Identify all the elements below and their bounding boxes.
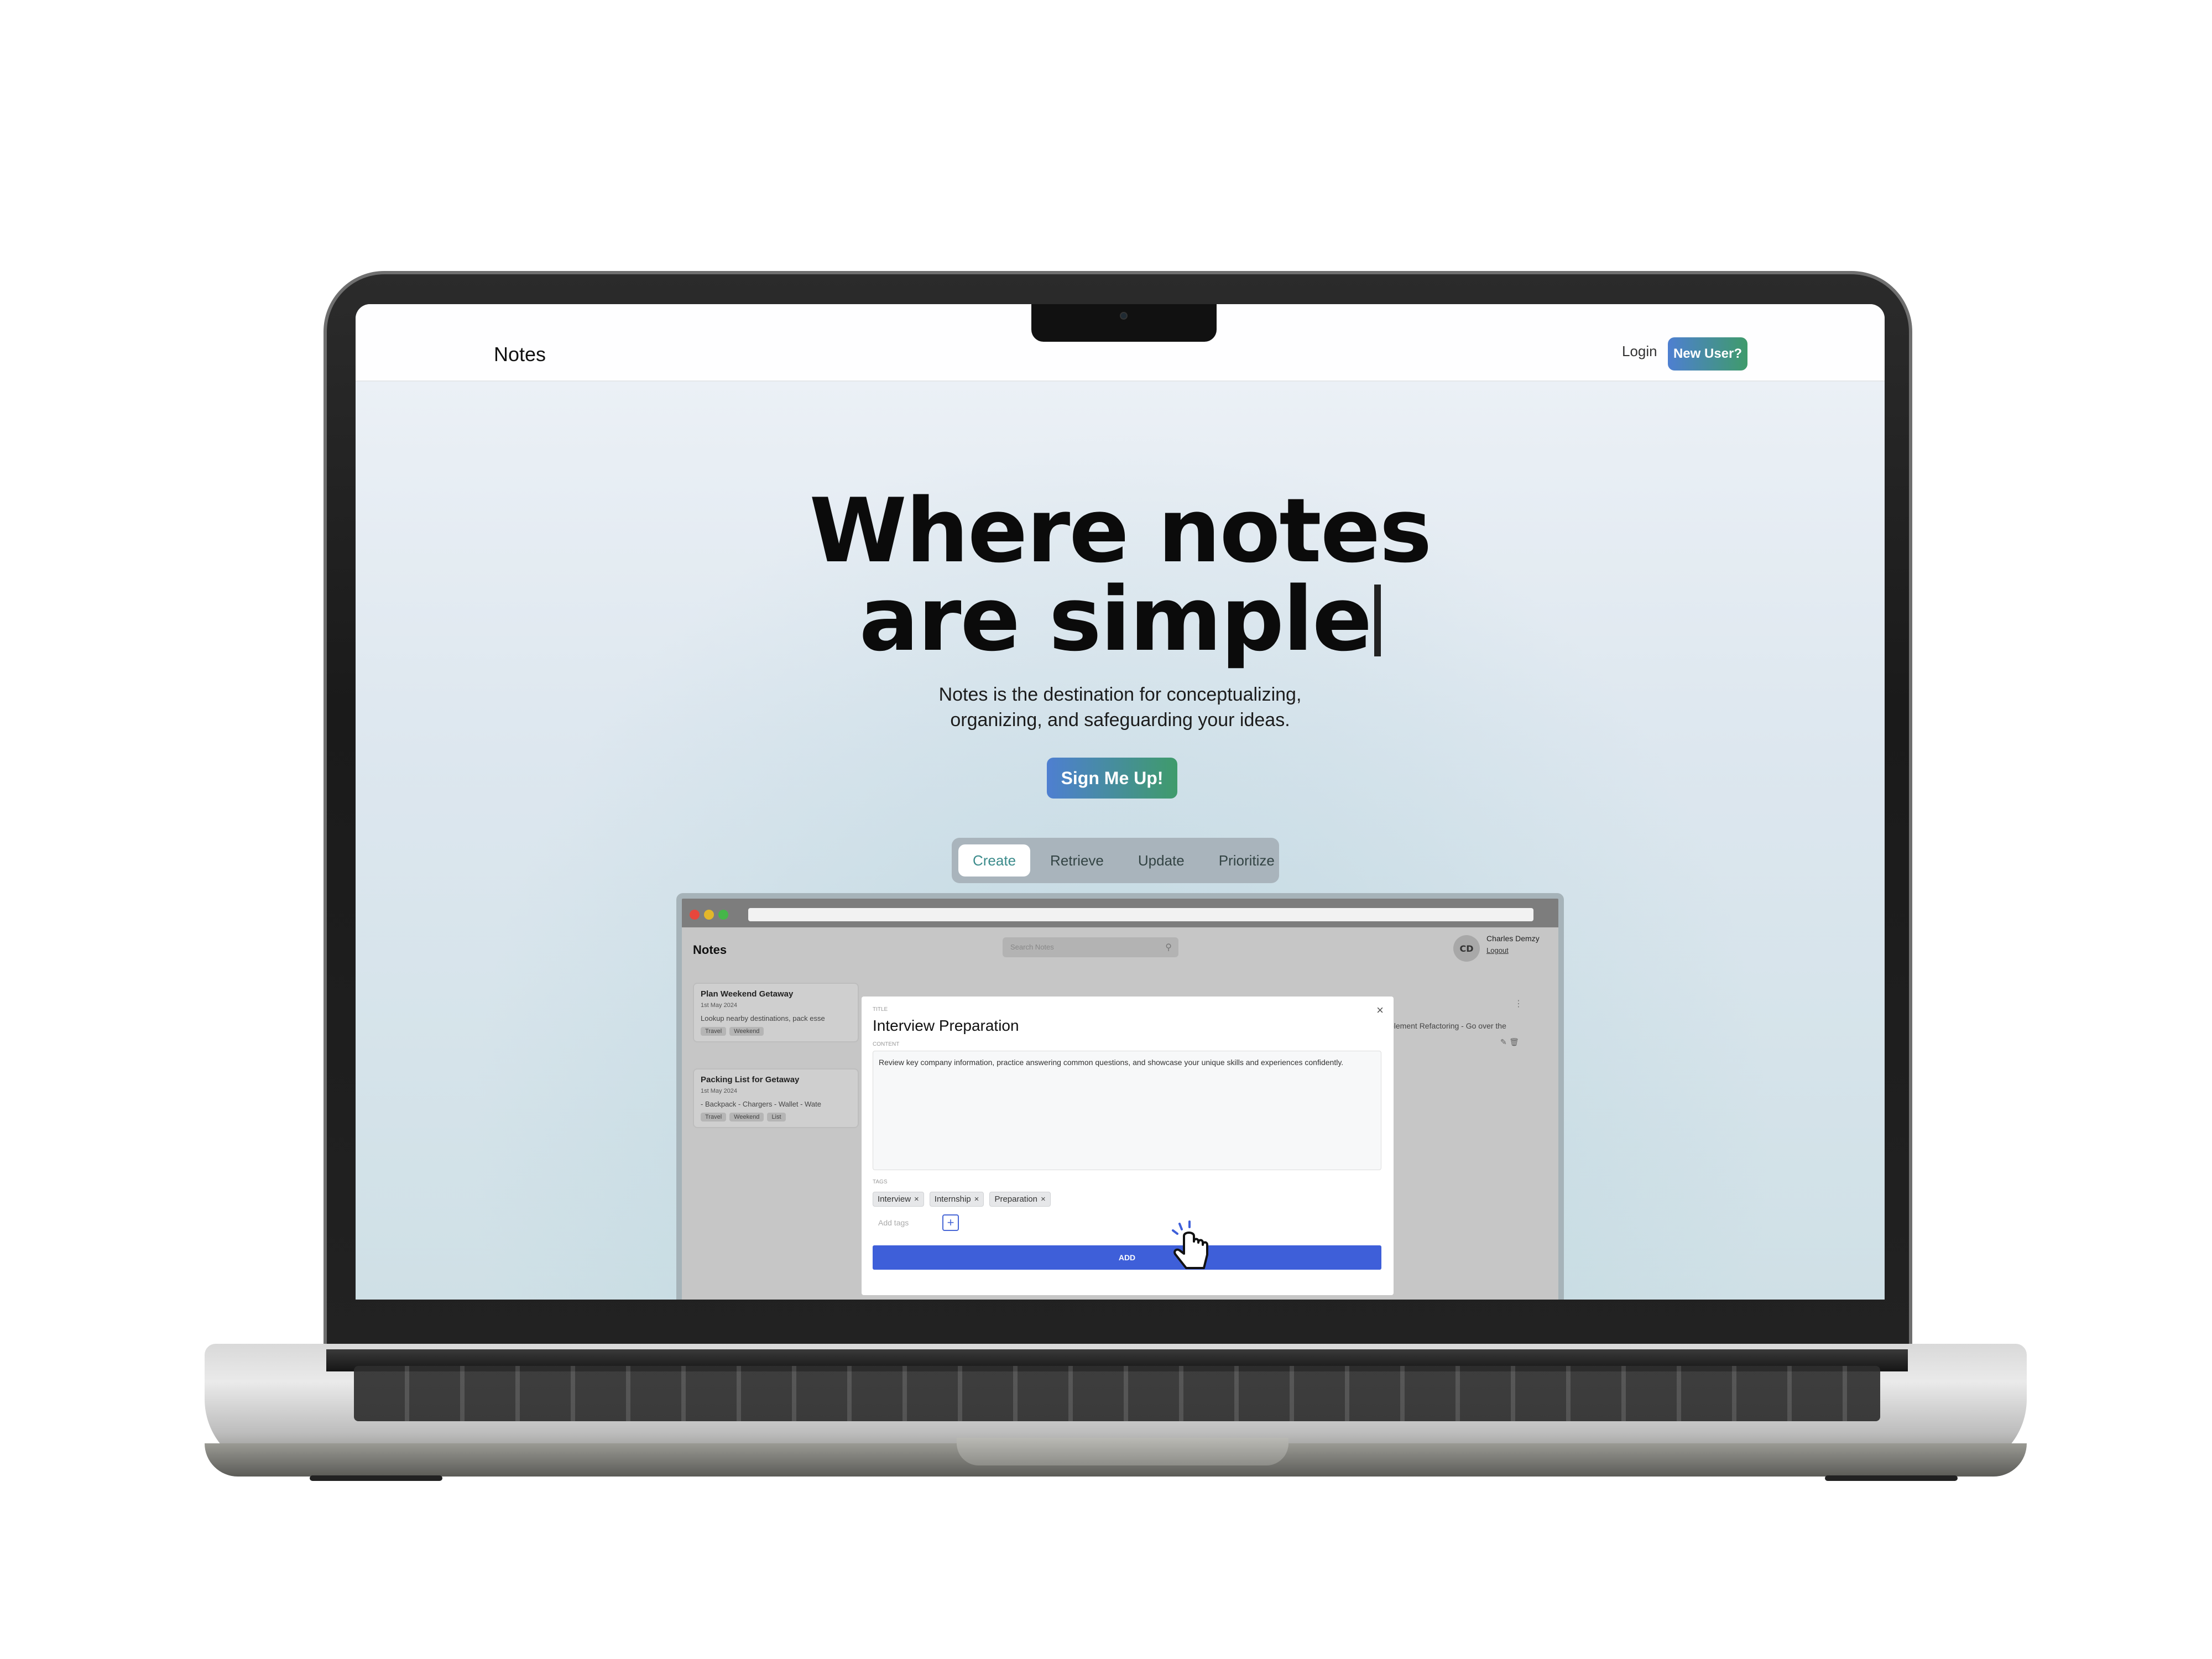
new-user-button[interactable]: New User? [1668,337,1747,371]
note-tag: Weekend [729,1027,764,1036]
tag-chip-label: Preparation [994,1194,1037,1204]
note-card-title: Packing List for Getaway [701,1075,800,1084]
app-preview-window: Notes Search Notes ⚲ CD Charles Demzy Lo… [676,893,1564,1300]
tag-chip: Interview × [873,1192,924,1207]
note-tag: Travel [701,1113,727,1121]
tag-chip-label: Internship [934,1194,971,1204]
plus-icon[interactable]: + [942,1214,959,1231]
content-label: Content [873,1041,900,1047]
note-card-tags: Travel Weekend List [701,1113,851,1121]
remove-tag-icon[interactable]: × [974,1194,979,1204]
add-tag-row: Add tags + [873,1214,1383,1231]
tab-retrieve[interactable]: Retrieve [1036,844,1118,877]
sign-up-button[interactable]: Sign Me Up! [1047,758,1177,799]
search-icon: ⚲ [1165,943,1172,952]
feature-tabs: Create Retrieve Update Prioritize [952,838,1279,883]
laptop-foot-left [310,1475,442,1481]
maximize-dot-icon [718,910,728,920]
preview-search-input: Search Notes ⚲ [1003,937,1178,957]
close-dot-icon [690,910,700,920]
preview-logout-link: Logout [1486,946,1509,954]
note-tag: Travel [701,1027,727,1036]
hero-subtitle-line-1: Notes is the destination for conceptuali… [938,684,1302,705]
create-note-modal: × Title Interview Preparation Content Re… [862,997,1394,1295]
content-field[interactable]: Review key company information, practice… [873,1051,1381,1170]
more-icon: ⋮ [1514,998,1523,1009]
laptop-foot-right [1825,1475,1958,1481]
hero-subtitle-line-2: organizing, and safeguarding your ideas. [950,709,1290,731]
tags-label: Tags [873,1179,888,1185]
note-card-date: 1st May 2024 [701,1088,738,1094]
tag-list: Interview × Internship × Preparation × [873,1192,1383,1207]
note-card-tags: Travel Weekend [701,1027,851,1036]
laptop-screen: Notes Login New User? Where notes are si… [356,304,1885,1300]
tag-chip: Internship × [929,1192,984,1207]
hand-cursor-icon [1172,1220,1208,1269]
add-tags-input[interactable]: Add tags [873,1216,933,1229]
hero-subtitle: Notes is the destination for conceptuali… [356,682,1885,733]
tag-chip: Preparation × [989,1192,1051,1207]
tab-create[interactable]: Create [958,844,1031,877]
edit-delete-icons: ✎ 🗑 [1500,1038,1519,1047]
note-card-text: - Backpack - Chargers - Wallet - Wate [701,1100,821,1108]
camera-notch [1031,304,1217,342]
camera-icon [1120,312,1128,320]
typing-caret [1374,585,1381,656]
hero-title-line-1: Where notes [809,479,1432,582]
remove-tag-icon[interactable]: × [914,1194,919,1204]
close-icon[interactable]: × [1376,1003,1384,1018]
note-card-text: plement Refactoring - Go over the [1390,1021,1506,1030]
minimize-dot-icon [704,910,714,920]
note-tag: List [767,1113,786,1121]
trackpad-notch [957,1438,1288,1465]
note-card-title: Plan Weekend Getaway [701,989,794,999]
login-link[interactable]: Login [1622,343,1657,360]
title-label: Title [873,1006,888,1013]
title-field[interactable]: Interview Preparation [873,1017,1383,1035]
tab-prioritize[interactable]: Prioritize [1204,844,1289,877]
preview-app: Notes Search Notes ⚲ CD Charles Demzy Lo… [682,927,1558,1300]
hero-title-line-2: are simple [356,575,1885,664]
preview-browser-chrome [682,899,1558,927]
preview-search-placeholder: Search Notes [1010,943,1054,951]
tab-update[interactable]: Update [1124,844,1199,877]
note-tag: Weekend [729,1113,764,1121]
brand-logo[interactable]: Notes [494,343,546,366]
laptop-keyboard [354,1366,1880,1421]
preview-brand: Notes [693,943,727,957]
note-card-date: 1st May 2024 [701,1002,738,1009]
add-note-button[interactable]: ADD [873,1245,1381,1270]
hero-title-line-2-text: are simple [859,567,1373,671]
remove-tag-icon[interactable]: × [1041,1194,1046,1204]
note-card: Packing List for Getaway 1st May 2024 - … [693,1068,859,1128]
preview-user-name: Charles Demzy [1486,934,1540,943]
hero-title: Where notes are simple [356,487,1885,664]
avatar: CD [1453,935,1480,962]
tag-chip-label: Interview [878,1194,911,1204]
preview-address-bar [748,908,1533,921]
note-card-text: Lookup nearby destinations, pack esse [701,1014,825,1022]
note-card: Plan Weekend Getaway 1st May 2024 Lookup… [693,983,859,1042]
